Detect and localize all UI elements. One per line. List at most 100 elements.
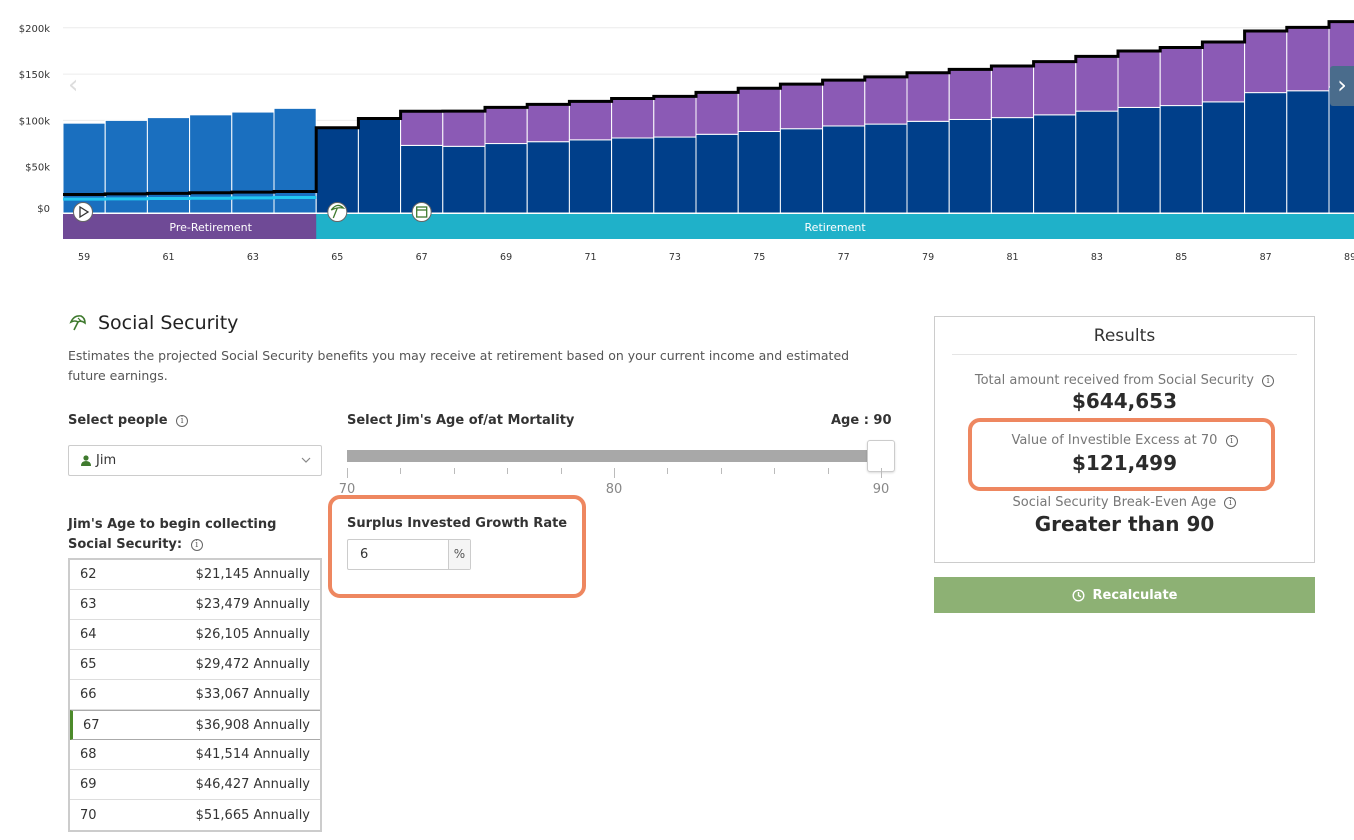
bar-social-security <box>695 91 739 135</box>
bar-ret-expense <box>737 131 781 214</box>
bar-ret-expense <box>1159 105 1203 214</box>
break-even-text: Social Security Break-Even Age <box>1012 495 1217 510</box>
y-tick-label: $150k <box>19 70 50 81</box>
benefit-age: 62 <box>80 567 97 582</box>
bar-social-security <box>779 83 824 130</box>
growth-rate-value[interactable]: 6 <box>348 540 448 569</box>
umbrella-icon <box>69 315 86 331</box>
mortality-label: Select Jim's Age of/at Mortality <box>347 413 575 428</box>
bar-ret-expense <box>695 133 739 214</box>
bar-social-security <box>1244 30 1288 94</box>
slider-tick <box>507 468 509 474</box>
benefit-row[interactable]: 64 $26,105 Annually <box>70 620 320 650</box>
projection-chart: $200k $150k $100k $50k $0 Pre-Retirement Retir… <box>0 0 1354 270</box>
x-tick-label: 71 <box>584 252 596 263</box>
y-tick-label: $200k <box>19 24 50 35</box>
benefit-amount: $23,479 Annually <box>195 597 310 612</box>
bar-social-security <box>906 72 950 122</box>
total-received-value: $644,653 <box>1071 389 1177 413</box>
people-dropdown[interactable]: Jim <box>68 445 322 476</box>
benefit-age: 66 <box>80 687 97 702</box>
recalculate-button[interactable]: Recalculate <box>934 577 1315 613</box>
chart-prev-arrow[interactable]: ‹ <box>68 70 92 100</box>
chart-next-arrow[interactable]: › <box>1330 66 1354 106</box>
benefit-amount: $33,067 Annually <box>195 687 310 702</box>
benefit-row[interactable]: 69 $46,427 Annually <box>70 770 320 800</box>
bar-social-security <box>526 103 570 143</box>
bar-ret-expense <box>611 137 655 214</box>
benefit-row[interactable]: 65 $29,472 Annually <box>70 650 320 680</box>
slider-tick <box>720 468 722 474</box>
bar-ret-expense <box>990 117 1035 214</box>
benefit-row[interactable]: 68 $41,514 Annually <box>70 740 320 770</box>
info-icon[interactable]: i <box>190 539 203 551</box>
benefit-row[interactable]: 66 $33,067 Annually <box>70 680 320 710</box>
benefit-age: 65 <box>80 657 97 672</box>
bar-social-security <box>822 79 866 127</box>
bar-ret-expense <box>864 123 908 214</box>
bar-ret-expense <box>526 141 570 214</box>
benefit-row[interactable]: 63 $23,479 Annually <box>70 590 320 620</box>
benefit-age: 64 <box>80 627 97 642</box>
phase-label: Pre-Retirement <box>169 221 252 234</box>
benefit-age: 69 <box>80 777 97 792</box>
select-people-label: Select people i <box>68 413 189 428</box>
slider-tick <box>453 468 455 474</box>
mortality-slider[interactable]: 70 80 90 <box>339 440 895 500</box>
bar-ret-expense <box>484 143 528 214</box>
benefit-row[interactable]: 70 $51,665 Annually <box>70 800 320 830</box>
growth-rate-unit: % <box>448 540 470 569</box>
mortality-age-readout: Age : 90 <box>831 413 892 428</box>
select-people-text: Select people <box>68 413 168 428</box>
x-tick-label: 87 <box>1260 252 1272 263</box>
x-tick-label: 61 <box>162 252 174 263</box>
x-tick-label: 67 <box>416 252 428 263</box>
slider-track[interactable] <box>347 450 881 462</box>
bar-ret-expense <box>822 125 866 214</box>
benefit-amount: $21,145 Annually <box>195 567 310 582</box>
bar-ret-expense <box>1117 106 1161 214</box>
info-icon[interactable]: i <box>176 415 189 427</box>
bar-social-security <box>1033 61 1077 116</box>
bar-social-security <box>442 110 486 147</box>
slider-tick <box>827 468 829 474</box>
bar-social-security <box>1286 26 1330 92</box>
benefit-amount: $29,472 Annually <box>195 657 310 672</box>
slider-tick <box>614 468 615 478</box>
info-icon[interactable]: i <box>1224 497 1237 509</box>
benefit-amount: $51,665 Annually <box>195 807 310 823</box>
slider-tick <box>881 468 882 478</box>
savings-line <box>63 196 317 201</box>
projection-chart-svg: $200k $150k $100k $50k $0 Pre-Retirement Retir… <box>19 20 1354 263</box>
benefit-amount: $46,427 Annually <box>195 777 310 792</box>
growth-rate-field[interactable]: 6 % <box>347 539 471 570</box>
benefit-row[interactable]: 62 $21,145 Annually <box>70 560 320 590</box>
bar-social-security <box>990 65 1035 119</box>
investible-excess-highlight <box>968 418 1275 491</box>
bar-social-security <box>1117 50 1161 108</box>
bar-social-security <box>864 76 908 125</box>
info-icon[interactable]: i <box>1262 375 1275 387</box>
bar-social-security <box>484 106 528 145</box>
x-tick-label: 65 <box>331 252 343 263</box>
x-tick-label: 75 <box>753 252 765 263</box>
slider-tick <box>347 468 348 478</box>
bar-ret-expense <box>315 127 359 214</box>
x-tick-label: 81 <box>1006 252 1018 263</box>
calendar-marker-icon <box>411 202 432 222</box>
play-marker-icon <box>73 202 93 222</box>
slider-tick <box>774 468 776 474</box>
bar-social-security <box>737 87 781 133</box>
x-tick-label: 83 <box>1091 252 1103 263</box>
recalculate-icon <box>1071 588 1085 602</box>
break-even-value: Greater than 90 <box>1034 512 1215 536</box>
benefit-table: 62 $21,145 Annually 63 $23,479 Annually 64 $2… <box>68 558 322 832</box>
x-tick-label: 59 <box>78 252 90 263</box>
break-even-label: Social Security Break-Even Age i <box>935 495 1314 510</box>
bar-ret-expense <box>948 118 992 214</box>
bar-ret-expense <box>1033 114 1077 214</box>
bar-social-security <box>611 97 655 139</box>
benefit-row[interactable]: 67 $36,908 Annually <box>70 710 320 740</box>
bar-social-security <box>1201 41 1246 103</box>
people-dropdown-value: Jim <box>96 453 117 468</box>
